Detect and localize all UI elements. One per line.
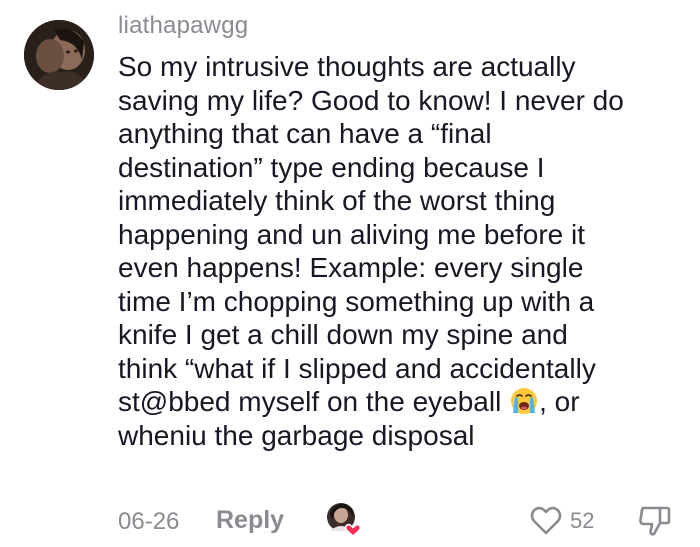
comment-text-line: saving my life? Good to know! I never do: [118, 84, 624, 116]
heart-outline-icon[interactable]: [528, 502, 564, 538]
loudly-crying-face-icon: [509, 386, 539, 416]
comment-item: liathapawgg So my intrusive thoughts are…: [0, 0, 700, 547]
comment-text-line: knife I get a chill down my spine and: [118, 319, 568, 350]
comment-text: So my intrusive thoughts are actually sa…: [118, 50, 688, 452]
like-count: 52: [570, 508, 595, 533]
comment-text-line: even happens! Example: every single: [118, 252, 584, 283]
comment-text-line: happening and un aliving me before it: [118, 218, 586, 250]
comment-text-line: destination” type ending because I: [118, 151, 545, 183]
reply-button[interactable]: Reply: [216, 506, 284, 535]
comment-text-line: , or: [539, 386, 580, 417]
comment-text-line: time I’m chopping something up with a: [118, 285, 595, 317]
user-avatar[interactable]: [24, 20, 94, 90]
comment-date: 06-26: [118, 508, 180, 535]
comment-text-line: immediately think of the worst thing: [118, 185, 556, 216]
comment-text-line: st@bbed myself on the eyeball: [118, 386, 510, 417]
creator-liked-avatar-icon: [326, 502, 362, 538]
comment-text-line: anything that can have a “final: [118, 118, 492, 149]
comment-username[interactable]: liathapawgg: [118, 12, 248, 40]
avatar-photo: [24, 20, 94, 90]
comment-footer: 06-26 Reply 52: [118, 500, 688, 540]
comment-text-line: So my intrusive thoughts are actually: [118, 51, 576, 82]
thumbs-down-outline-icon[interactable]: [636, 502, 674, 538]
comment-text-line: think “what if I slipped and accidentall…: [118, 352, 596, 384]
comment-text-line: wheniu the garbage disposal: [118, 419, 475, 451]
